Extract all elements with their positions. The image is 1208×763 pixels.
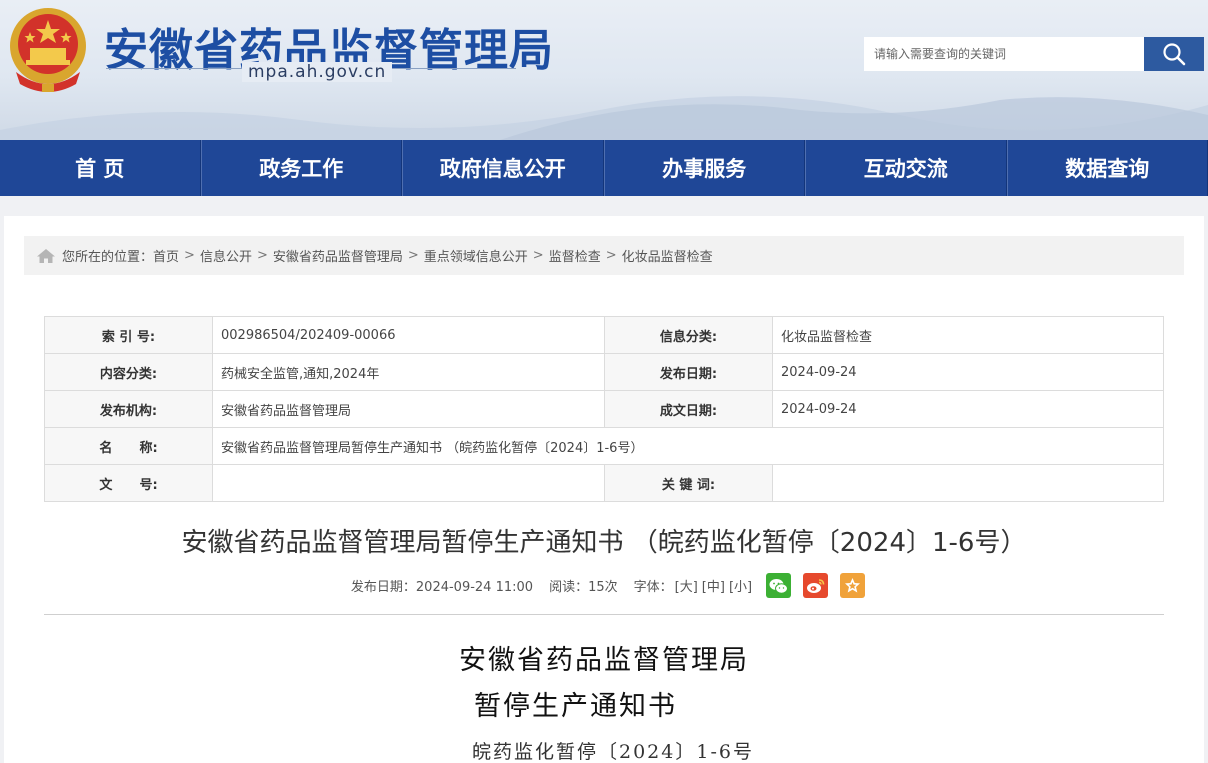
add-favorite-button[interactable] [840,573,866,598]
nav-info-disclosure[interactable]: 政府信息公开 [402,140,604,196]
nav-home[interactable]: 首 页 [0,140,201,196]
nav-government-affairs[interactable]: 政务工作 [200,140,402,196]
name-value: 安徽省药品监督管理局暂停生产通知书 （皖药监化暂停〔2024〕1-6号） [212,427,1164,465]
body-heading-notice: 暂停生产通知书 [474,691,677,722]
read-count: 阅读：15次 [549,580,618,595]
keywords-label: 关 键 词: [604,464,773,502]
document-date-label: 成文日期: [604,390,773,428]
table-row: 内容分类: 药械安全监管,通知,2024年 发布日期: 2024-09-24 [44,353,1164,391]
publisher-value: 安徽省药品监督管理局 [212,390,605,428]
breadcrumb-separator: > [184,248,195,263]
font-medium-button[interactable]: [中] [702,576,725,595]
breadcrumb-separator: > [532,248,544,263]
index-label: 索 引 号: [44,316,213,354]
content-category-label: 内容分类: [44,353,213,391]
font-size-label: 字体： [633,580,673,595]
keywords-value [772,464,1164,502]
table-row: 索 引 号: 002986504/202409-00066 信息分类: 化妆品监… [44,316,1164,354]
article-title: 安徽省药品监督管理局暂停生产通知书 （皖药监化暂停〔2024〕1-6号） [181,528,1027,558]
breadcrumb-prefix: 您所在的位置： [62,250,154,265]
national-emblem-icon [10,8,86,92]
breadcrumb-separator: > [407,248,419,263]
nav-interaction[interactable]: 互动交流 [805,140,1007,196]
search-icon [1163,43,1186,66]
font-large-button[interactable]: [大] [675,576,698,595]
publish-date-label: 发布日期: [604,353,773,391]
document-date-value: 2024-09-24 [772,390,1164,428]
site-header: 安徽省药品监督管理局 mpa.ah.gov.cn 请输入需要查询的关键词 [0,0,1208,140]
main-nav: 首 页 政务工作 政府信息公开 办事服务 互动交流 数据查询 [0,140,1208,196]
breadcrumb-inspection[interactable]: 监督检查 [549,246,601,265]
body-document-number: 皖药监化暂停〔2024〕1-6号 [472,741,754,763]
info-category-label: 信息分类: [604,316,773,354]
document-number-value [212,464,605,502]
breadcrumb-key-areas[interactable]: 重点领域信息公开 [424,246,528,265]
breadcrumb-separator: > [256,248,268,263]
breadcrumb-home[interactable]: 首页 [153,246,179,265]
share-weibo-button[interactable] [803,573,829,598]
wechat-icon [769,578,789,594]
table-row: 发布机构: 安徽省药品监督管理局 成文日期: 2024-09-24 [44,390,1164,428]
table-row: 名 称: 安徽省药品监督管理局暂停生产通知书 （皖药监化暂停〔2024〕1-6号… [44,427,1164,465]
star-icon [845,578,861,593]
table-row: 文 号: 关 键 词: [44,464,1164,502]
search-input[interactable]: 请输入需要查询的关键词 [864,37,1144,71]
breadcrumb-bureau[interactable]: 安徽省药品监督管理局 [273,246,403,265]
home-icon [37,248,55,263]
document-number-label: 文 号: [44,464,213,502]
main-content: 您所在的位置： 首页 > 信息公开 > 安徽省药品监督管理局 > 重点领域信息公… [4,216,1204,763]
publish-time: 发布日期：2024-09-24 11:00 [350,580,534,595]
breadcrumb-info-disclosure[interactable]: 信息公开 [200,246,252,265]
breadcrumb-separator: > [605,248,617,263]
breadcrumb: 您所在的位置： 首页 > 信息公开 > 安徽省药品监督管理局 > 重点领域信息公… [24,236,1184,275]
nav-services[interactable]: 办事服务 [603,140,805,196]
body-heading-org: 安徽省药品监督管理局 [459,645,749,676]
nav-data-query[interactable]: 数据查询 [1006,140,1208,196]
index-value: 002986504/202409-00066 [212,316,605,354]
metadata-table: 索 引 号: 002986504/202409-00066 信息分类: 化妆品监… [44,316,1164,502]
publish-date-value: 2024-09-24 [772,353,1164,391]
site-domain: mpa.ah.gov.cn [242,62,393,82]
article-info-bar: 发布日期：2024-09-24 11:00 阅读：15次 字体： [大] [中]… [4,573,1204,598]
info-category-value: 化妆品监督检查 [772,316,1164,354]
content-category-value: 药械安全监管,通知,2024年 [212,353,605,391]
breadcrumb-cosmetics-inspection[interactable]: 化妆品监督检查 [622,246,713,265]
divider [44,614,1164,615]
name-label: 名 称: [44,427,213,465]
publisher-label: 发布机构: [44,390,213,428]
search-button[interactable] [1144,37,1204,71]
weibo-icon [807,578,825,593]
share-wechat-button[interactable] [766,573,792,598]
font-small-button[interactable]: [小] [729,576,752,595]
